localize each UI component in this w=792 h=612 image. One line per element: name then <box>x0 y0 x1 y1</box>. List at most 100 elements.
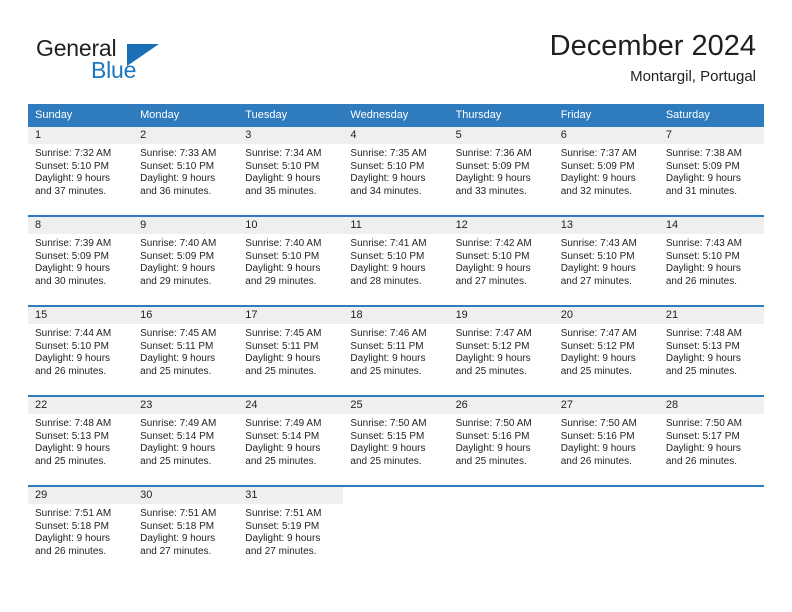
weekday-header-wednesday: Wednesday <box>343 104 449 127</box>
calendar-day-cell[interactable]: 12 Sunrise: 7:42 AM Sunset: 5:10 PM Dayligh… <box>448 215 554 306</box>
daylight-duration-line1: Daylight: 9 hours <box>140 443 216 455</box>
day-details: Sunrise: 7:51 AM Sunset: 5:19 PM Daylight:… <box>238 504 343 558</box>
daylight-duration-line1: Daylight: 9 hours <box>245 263 321 275</box>
calendar-day-cell[interactable]: 11 Sunrise: 7:41 AM Sunset: 5:10 PM Dayligh… <box>343 215 449 306</box>
calendar-day-cell[interactable]: 29 Sunrise: 7:51 AM Sunset: 5:18 PM Dayligh… <box>28 485 134 575</box>
sunrise-time: Sunrise: 7:44 AM <box>35 328 112 339</box>
day-number: 3 <box>238 127 344 144</box>
daylight-duration-line2: and 32 minutes. <box>560 185 632 197</box>
daylight-duration-line1: Daylight: 9 hours <box>665 443 741 455</box>
sunset-time: Sunset: 5:13 PM <box>35 430 109 442</box>
day-details: Sunrise: 7:33 AM Sunset: 5:10 PM Daylight:… <box>133 144 238 198</box>
day-details: Sunrise: 7:46 AM Sunset: 5:11 PM Daylight:… <box>343 324 448 378</box>
calendar-day-cell[interactable]: 28 Sunrise: 7:50 AM Sunset: 5:17 PM Dayligh… <box>658 395 764 486</box>
day-number: 19 <box>448 307 554 324</box>
calendar-day-cell[interactable]: 30 Sunrise: 7:51 AM Sunset: 5:18 PM Dayligh… <box>133 485 239 575</box>
day-details: Sunrise: 7:45 AM Sunset: 5:11 PM Daylight:… <box>133 324 238 378</box>
sunset-time: Sunset: 5:14 PM <box>140 430 215 442</box>
calendar-day-cell[interactable]: 22 Sunrise: 7:48 AM Sunset: 5:13 PM Dayligh… <box>28 395 134 486</box>
calendar-day-cell[interactable]: 2 Sunrise: 7:33 AM Sunset: 5:10 PM Daylight… <box>133 127 239 216</box>
calendar-day-cell[interactable]: 3 Sunrise: 7:34 AM Sunset: 5:10 PM Daylight… <box>238 127 344 216</box>
daylight-duration-line2: and 25 minutes. <box>350 365 422 377</box>
calendar-day-cell[interactable]: 27 Sunrise: 7:50 AM Sunset: 5:16 PM Dayligh… <box>553 395 659 486</box>
calendar-day-cell[interactable]: 20 Sunrise: 7:47 AM Sunset: 5:12 PM Dayligh… <box>553 305 659 396</box>
day-cell-inner: 27 Sunrise: 7:50 AM Sunset: 5:16 PM Dayligh… <box>553 397 659 485</box>
calendar-day-cell[interactable]: 5 Sunrise: 7:36 AM Sunset: 5:09 PM Daylight… <box>448 127 554 216</box>
sunrise-time: Sunrise: 7:34 AM <box>245 148 322 159</box>
calendar-day-cell[interactable]: 9 Sunrise: 7:40 AM Sunset: 5:09 PM Daylight… <box>133 215 239 306</box>
calendar-day-cell[interactable]: 18 Sunrise: 7:46 AM Sunset: 5:11 PM Dayligh… <box>343 305 449 396</box>
sunset-time: Sunset: 5:09 PM <box>665 160 740 172</box>
daylight-duration-line1: Daylight: 9 hours <box>140 353 216 365</box>
weekday-header-thursday: Thursday <box>448 104 554 127</box>
calendar-day-cell[interactable]: 14 Sunrise: 7:43 AM Sunset: 5:10 PM Dayligh… <box>658 215 764 306</box>
sunset-time: Sunset: 5:10 PM <box>35 340 109 352</box>
calendar-body: 1 Sunrise: 7:32 AM Sunset: 5:10 PM Daylight… <box>28 127 764 575</box>
day-number: 25 <box>343 397 449 414</box>
calendar-day-cell[interactable]: 23 Sunrise: 7:49 AM Sunset: 5:14 PM Dayligh… <box>133 395 239 486</box>
daylight-duration-line2: and 25 minutes. <box>455 365 527 377</box>
day-cell-inner: 13 Sunrise: 7:43 AM Sunset: 5:10 PM Dayligh… <box>553 217 659 305</box>
calendar-day-cell[interactable]: 19 Sunrise: 7:47 AM Sunset: 5:12 PM Dayligh… <box>448 305 554 396</box>
calendar-day-cell[interactable]: 31 Sunrise: 7:51 AM Sunset: 5:19 PM Dayligh… <box>238 485 344 575</box>
sunset-time: Sunset: 5:10 PM <box>35 160 109 172</box>
day-details: Sunrise: 7:37 AM Sunset: 5:09 PM Daylight:… <box>554 144 659 198</box>
calendar-day-cell[interactable]: 25 Sunrise: 7:50 AM Sunset: 5:15 PM Dayligh… <box>343 395 449 486</box>
calendar-day-cell[interactable]: 8 Sunrise: 7:39 AM Sunset: 5:09 PM Daylight… <box>28 215 134 306</box>
daylight-duration-line1: Daylight: 9 hours <box>455 263 531 275</box>
daylight-duration-line1: Daylight: 9 hours <box>35 533 111 545</box>
calendar-day-cell[interactable]: 4 Sunrise: 7:35 AM Sunset: 5:10 PM Daylight… <box>343 127 449 216</box>
weekday-header-monday: Monday <box>133 104 239 127</box>
day-details: Sunrise: 7:40 AM Sunset: 5:10 PM Daylight:… <box>238 234 343 288</box>
calendar-day-cell[interactable]: 6 Sunrise: 7:37 AM Sunset: 5:09 PM Daylight… <box>553 127 659 216</box>
sunset-time: Sunset: 5:09 PM <box>560 160 635 172</box>
calendar-day-cell[interactable]: 16 Sunrise: 7:45 AM Sunset: 5:11 PM Dayligh… <box>133 305 239 396</box>
daylight-duration-line2: and 26 minutes. <box>665 455 738 467</box>
day-cell-inner: 19 Sunrise: 7:47 AM Sunset: 5:12 PM Dayligh… <box>448 307 554 395</box>
sunrise-time: Sunrise: 7:36 AM <box>455 148 532 159</box>
daylight-duration-line2: and 25 minutes. <box>245 455 317 467</box>
sunset-time: Sunset: 5:15 PM <box>350 430 425 442</box>
sunrise-time: Sunrise: 7:50 AM <box>665 418 742 429</box>
day-cell-inner: 31 Sunrise: 7:51 AM Sunset: 5:19 PM Dayligh… <box>238 487 344 575</box>
day-cell-inner: 5 Sunrise: 7:36 AM Sunset: 5:09 PM Daylight… <box>448 127 554 215</box>
calendar-day-cell[interactable]: 15 Sunrise: 7:44 AM Sunset: 5:10 PM Dayligh… <box>28 305 134 396</box>
day-cell-inner: 25 Sunrise: 7:50 AM Sunset: 5:15 PM Dayligh… <box>343 397 449 485</box>
general-blue-logo[interactable]: General Blue <box>36 35 216 91</box>
sunrise-time: Sunrise: 7:47 AM <box>455 328 532 339</box>
sunrise-time: Sunrise: 7:43 AM <box>560 238 637 249</box>
calendar-cell-empty <box>553 485 659 575</box>
day-cell-inner <box>554 487 659 575</box>
weekday-header-saturday: Saturday <box>658 104 764 127</box>
day-number <box>449 487 554 504</box>
calendar-day-cell[interactable]: 24 Sunrise: 7:49 AM Sunset: 5:14 PM Dayligh… <box>238 395 344 486</box>
sunrise-time: Sunrise: 7:50 AM <box>350 418 427 429</box>
daylight-duration-line2: and 25 minutes. <box>455 455 527 467</box>
daylight-duration-line2: and 26 minutes. <box>35 365 107 377</box>
day-cell-inner: 29 Sunrise: 7:51 AM Sunset: 5:18 PM Dayligh… <box>28 487 134 575</box>
day-details: Sunrise: 7:47 AM Sunset: 5:12 PM Daylight:… <box>449 324 554 378</box>
day-number: 18 <box>343 307 449 324</box>
day-number: 29 <box>28 487 134 504</box>
calendar-day-cell[interactable]: 13 Sunrise: 7:43 AM Sunset: 5:10 PM Dayligh… <box>553 215 659 306</box>
day-details: Sunrise: 7:50 AM Sunset: 5:17 PM Daylight:… <box>659 414 764 468</box>
calendar-day-cell[interactable]: 26 Sunrise: 7:50 AM Sunset: 5:16 PM Dayligh… <box>448 395 554 486</box>
calendar-day-cell[interactable]: 7 Sunrise: 7:38 AM Sunset: 5:09 PM Daylight… <box>658 127 764 216</box>
sunset-time: Sunset: 5:14 PM <box>245 430 320 442</box>
daylight-duration-line1: Daylight: 9 hours <box>140 533 216 545</box>
calendar-day-cell[interactable]: 10 Sunrise: 7:40 AM Sunset: 5:10 PM Dayligh… <box>238 215 344 306</box>
day-cell-inner: 17 Sunrise: 7:45 AM Sunset: 5:11 PM Dayligh… <box>238 307 344 395</box>
sunset-time: Sunset: 5:10 PM <box>455 250 530 262</box>
day-number: 6 <box>553 127 659 144</box>
sunset-time: Sunset: 5:16 PM <box>455 430 530 442</box>
sunrise-time: Sunrise: 7:40 AM <box>140 238 217 249</box>
day-number: 22 <box>28 397 134 414</box>
calendar-page: General Blue December 2024 Montargil, Po… <box>0 0 792 612</box>
day-details: Sunrise: 7:38 AM Sunset: 5:09 PM Daylight:… <box>659 144 764 198</box>
day-details: Sunrise: 7:39 AM Sunset: 5:09 PM Daylight:… <box>28 234 133 288</box>
calendar-day-cell[interactable]: 1 Sunrise: 7:32 AM Sunset: 5:10 PM Daylight… <box>28 127 134 216</box>
daylight-duration-line2: and 25 minutes. <box>560 365 632 377</box>
calendar-day-cell[interactable]: 21 Sunrise: 7:48 AM Sunset: 5:13 PM Dayligh… <box>658 305 764 396</box>
calendar-day-cell[interactable]: 17 Sunrise: 7:45 AM Sunset: 5:11 PM Dayligh… <box>238 305 344 396</box>
day-details: Sunrise: 7:32 AM Sunset: 5:10 PM Daylight:… <box>28 144 133 198</box>
